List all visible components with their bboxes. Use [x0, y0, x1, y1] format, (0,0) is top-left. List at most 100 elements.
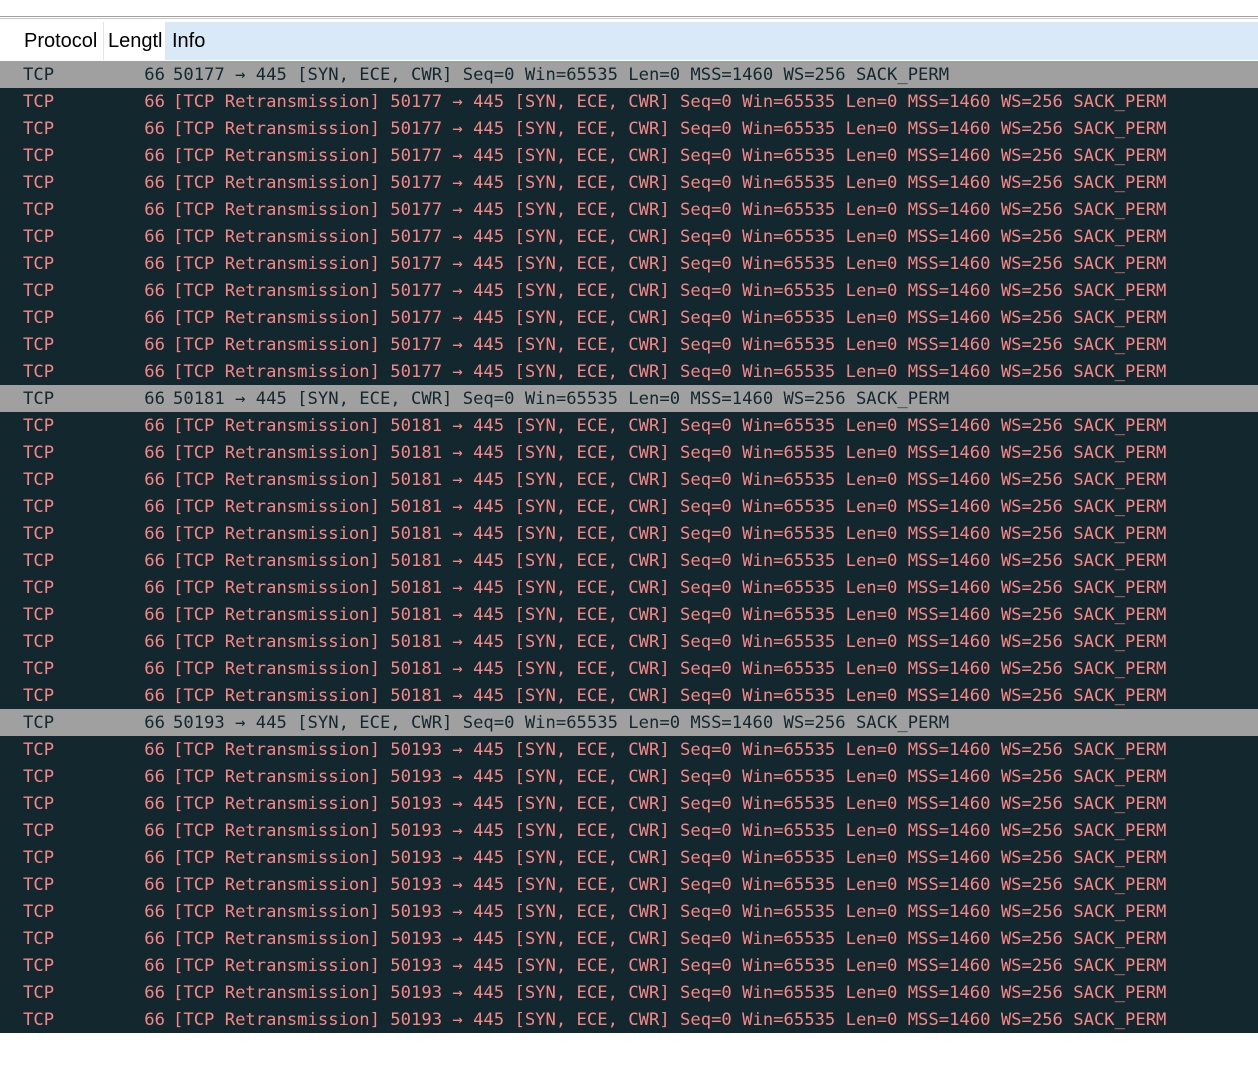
packet-info: [TCP Retransmission] 50177 → 445 [SYN, E… [173, 226, 1167, 247]
packet-row[interactable]: TCP 66 [TCP Retransmission] 50177 → 445 [S… [0, 169, 1258, 196]
packet-row[interactable]: TCP 66 [TCP Retransmission] 50193 → 445 [S… [0, 952, 1258, 979]
packet-row[interactable]: TCP 66 [TCP Retransmission] 50181 → 445 [S… [0, 520, 1258, 547]
packet-row[interactable]: TCP 66 [TCP Retransmission] 50177 → 445 [S… [0, 115, 1258, 142]
packet-info: [TCP Retransmission] 50193 → 445 [SYN, E… [173, 820, 1167, 841]
packet-length: 66 [144, 442, 165, 463]
column-header-info[interactable]: Info [166, 22, 1258, 60]
packet-protocol: TCP [23, 577, 55, 598]
packet-protocol: TCP [23, 91, 55, 112]
packet-row[interactable]: TCP 66 [TCP Retransmission] 50193 → 445 [S… [0, 1006, 1258, 1033]
packet-protocol: TCP [23, 820, 55, 841]
packet-length: 66 [144, 91, 165, 112]
packet-row[interactable]: TCP 66 [TCP Retransmission] 50193 → 445 [S… [0, 736, 1258, 763]
packet-row[interactable]: TCP 66 [TCP Retransmission] 50177 → 445 [S… [0, 331, 1258, 358]
packet-row[interactable]: TCP 66 50193 → 445 [SYN, ECE, CWR] Seq=0 W… [0, 709, 1258, 736]
packet-info: [TCP Retransmission] 50177 → 445 [SYN, E… [173, 199, 1167, 220]
packet-row[interactable]: TCP 66 [TCP Retransmission] 50193 → 445 [S… [0, 871, 1258, 898]
packet-length: 66 [144, 253, 165, 274]
packet-row[interactable]: TCP 66 50177 → 445 [SYN, ECE, CWR] Seq=0 W… [0, 61, 1258, 88]
packet-protocol: TCP [23, 199, 55, 220]
packet-row[interactable]: TCP 66 [TCP Retransmission] 50181 → 445 [S… [0, 601, 1258, 628]
packet-row[interactable]: TCP 66 [TCP Retransmission] 50181 → 445 [S… [0, 655, 1258, 682]
packet-row[interactable]: TCP 66 [TCP Retransmission] 50177 → 445 [S… [0, 196, 1258, 223]
packet-info: [TCP Retransmission] 50181 → 445 [SYN, E… [173, 442, 1167, 463]
packet-length: 66 [144, 928, 165, 949]
packet-info: [TCP Retransmission] 50181 → 445 [SYN, E… [173, 631, 1167, 652]
packet-protocol: TCP [23, 334, 55, 355]
packet-length: 66 [144, 415, 165, 436]
packet-row[interactable]: TCP 66 [TCP Retransmission] 50177 → 445 [S… [0, 223, 1258, 250]
packet-info: [TCP Retransmission] 50177 → 445 [SYN, E… [173, 334, 1167, 355]
packet-row[interactable]: TCP 66 [TCP Retransmission] 50181 → 445 [S… [0, 682, 1258, 709]
packet-info: [TCP Retransmission] 50181 → 445 [SYN, E… [173, 658, 1167, 679]
packet-protocol: TCP [23, 118, 55, 139]
packet-protocol: TCP [23, 253, 55, 274]
packet-list-header: Protocol Lengtl Info [0, 22, 1258, 60]
packet-row[interactable]: TCP 66 [TCP Retransmission] 50181 → 445 [S… [0, 574, 1258, 601]
packet-row[interactable]: TCP 66 [TCP Retransmission] 50181 → 445 [S… [0, 628, 1258, 655]
packet-info: [TCP Retransmission] 50177 → 445 [SYN, E… [173, 91, 1167, 112]
packet-length: 66 [144, 820, 165, 841]
packet-length: 66 [144, 388, 165, 409]
packet-length: 66 [144, 307, 165, 328]
packet-row[interactable]: TCP 66 [TCP Retransmission] 50193 → 445 [S… [0, 817, 1258, 844]
column-header-length[interactable]: Lengtl [104, 22, 166, 60]
packet-info: [TCP Retransmission] 50193 → 445 [SYN, E… [173, 1009, 1167, 1030]
packet-protocol: TCP [23, 658, 55, 679]
packet-length: 66 [144, 523, 165, 544]
packet-length: 66 [144, 496, 165, 517]
packet-length: 66 [144, 172, 165, 193]
packet-row[interactable]: TCP 66 [TCP Retransmission] 50193 → 445 [S… [0, 898, 1258, 925]
packet-protocol: TCP [23, 388, 55, 409]
packet-row[interactable]: TCP 66 [TCP Retransmission] 50181 → 445 [S… [0, 466, 1258, 493]
packet-row[interactable]: TCP 66 50181 → 445 [SYN, ECE, CWR] Seq=0 W… [0, 385, 1258, 412]
packet-row[interactable]: TCP 66 [TCP Retransmission] 50177 → 445 [S… [0, 142, 1258, 169]
packet-length: 66 [144, 955, 165, 976]
packet-protocol: TCP [23, 145, 55, 166]
packet-info: 50193 → 445 [SYN, ECE, CWR] Seq=0 Win=65… [173, 712, 950, 733]
packet-info: [TCP Retransmission] 50181 → 445 [SYN, E… [173, 496, 1167, 517]
packet-row[interactable]: TCP 66 [TCP Retransmission] 50181 → 445 [S… [0, 493, 1258, 520]
packet-protocol: TCP [23, 793, 55, 814]
packet-length: 66 [144, 1009, 165, 1030]
column-header-protocol[interactable]: Protocol [18, 22, 104, 60]
packet-row[interactable]: TCP 66 [TCP Retransmission] 50177 → 445 [S… [0, 304, 1258, 331]
packet-info: [TCP Retransmission] 50193 → 445 [SYN, E… [173, 982, 1167, 1003]
packet-info: [TCP Retransmission] 50193 → 445 [SYN, E… [173, 901, 1167, 922]
packet-row[interactable]: TCP 66 [TCP Retransmission] 50181 → 445 [S… [0, 412, 1258, 439]
packet-row[interactable]: TCP 66 [TCP Retransmission] 50193 → 445 [S… [0, 979, 1258, 1006]
packet-info: [TCP Retransmission] 50181 → 445 [SYN, E… [173, 523, 1167, 544]
packet-row[interactable]: TCP 66 [TCP Retransmission] 50193 → 445 [S… [0, 844, 1258, 871]
packet-length: 66 [144, 793, 165, 814]
packet-row[interactable]: TCP 66 [TCP Retransmission] 50181 → 445 [S… [0, 547, 1258, 574]
packet-row[interactable]: TCP 66 [TCP Retransmission] 50181 → 445 [S… [0, 439, 1258, 466]
packet-length: 66 [144, 118, 165, 139]
packet-row[interactable]: TCP 66 [TCP Retransmission] 50177 → 445 [S… [0, 358, 1258, 385]
packet-length: 66 [144, 469, 165, 490]
column-header-protocol-label: Protocol [24, 29, 98, 52]
packet-row[interactable]: TCP 66 [TCP Retransmission] 50177 → 445 [S… [0, 250, 1258, 277]
packet-info: [TCP Retransmission] 50193 → 445 [SYN, E… [173, 766, 1167, 787]
column-header-length-label: Lengtl [108, 29, 163, 52]
packet-protocol: TCP [23, 955, 55, 976]
packet-row[interactable]: TCP 66 [TCP Retransmission] 50177 → 445 [S… [0, 277, 1258, 304]
packet-info: [TCP Retransmission] 50181 → 445 [SYN, E… [173, 577, 1167, 598]
packet-row[interactable]: TCP 66 [TCP Retransmission] 50193 → 445 [S… [0, 790, 1258, 817]
packet-protocol: TCP [23, 712, 55, 733]
packet-info: [TCP Retransmission] 50181 → 445 [SYN, E… [173, 550, 1167, 571]
packet-row[interactable]: TCP 66 [TCP Retransmission] 50193 → 445 [S… [0, 925, 1258, 952]
packet-row[interactable]: TCP 66 [TCP Retransmission] 50193 → 445 [S… [0, 763, 1258, 790]
packet-protocol: TCP [23, 361, 55, 382]
packet-list[interactable]: TCP 66 50177 → 445 [SYN, ECE, CWR] Seq=0 W… [0, 61, 1258, 1033]
packet-info: [TCP Retransmission] 50193 → 445 [SYN, E… [173, 739, 1167, 760]
packet-protocol: TCP [23, 631, 55, 652]
packet-length: 66 [144, 604, 165, 625]
packet-protocol: TCP [23, 901, 55, 922]
header-gutter [0, 22, 18, 60]
packet-row[interactable]: TCP 66 [TCP Retransmission] 50177 → 445 [S… [0, 88, 1258, 115]
packet-info: [TCP Retransmission] 50181 → 445 [SYN, E… [173, 469, 1167, 490]
packet-info: [TCP Retransmission] 50181 → 445 [SYN, E… [173, 604, 1167, 625]
packet-info: [TCP Retransmission] 50177 → 445 [SYN, E… [173, 361, 1167, 382]
packet-length: 66 [144, 874, 165, 895]
packet-info: [TCP Retransmission] 50181 → 445 [SYN, E… [173, 685, 1167, 706]
